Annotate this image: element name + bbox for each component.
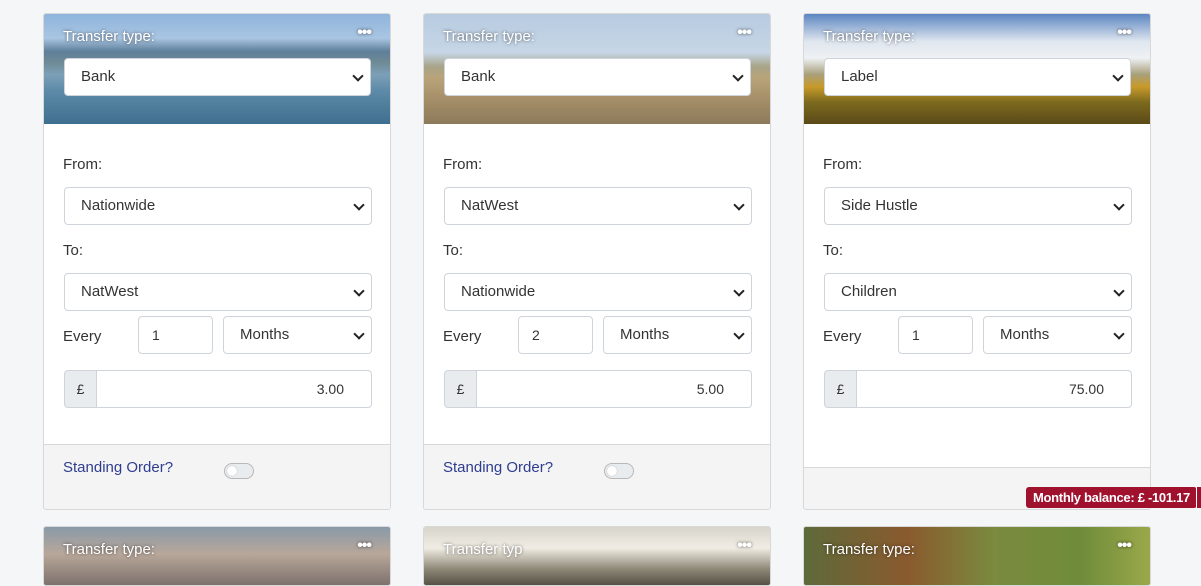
transfer-type-label: Transfer type:: [443, 28, 535, 45]
period-value: Months: [1000, 326, 1050, 343]
amount-input[interactable]: 5.00: [476, 370, 752, 408]
card-header-image: Transfer type: ••• Label: [804, 14, 1150, 124]
chevron-down-icon: [732, 70, 744, 82]
to-select[interactable]: NatWest: [64, 273, 372, 311]
every-input[interactable]: 1: [898, 316, 973, 354]
to-select[interactable]: Nationwide: [444, 273, 752, 311]
amount-input[interactable]: 3.00: [96, 370, 372, 408]
currency-prefix: £: [824, 370, 857, 408]
transfer-card: Transfer type: •••: [43, 526, 391, 586]
chevron-down-icon: [1113, 199, 1125, 211]
from-label: From:: [63, 156, 103, 173]
card-header-image: Transfer typ •••: [424, 527, 770, 585]
amount-input[interactable]: 75.00: [856, 370, 1132, 408]
transfer-card: Transfer type: ••• Label From: Side Hust…: [803, 13, 1151, 510]
monthly-balance-value: £ -101.17: [1137, 490, 1191, 505]
transfer-type-label: Transfer typ: [443, 541, 523, 558]
from-value: NatWest: [461, 197, 519, 214]
card-body: From: Nationwide To: NatWest Every 1 Mon…: [44, 124, 390, 444]
transfer-type-select[interactable]: Bank: [64, 58, 371, 96]
to-label: To:: [443, 242, 464, 259]
transfer-card: Transfer type: ••• Bank From: Nationwide…: [43, 13, 391, 510]
every-input[interactable]: 1: [138, 316, 213, 354]
chevron-down-icon: [1112, 70, 1124, 82]
to-label: To:: [823, 242, 844, 259]
from-select[interactable]: Side Hustle: [824, 187, 1132, 225]
to-value: Children: [841, 283, 897, 300]
period-select[interactable]: Months: [983, 316, 1132, 354]
from-select[interactable]: NatWest: [444, 187, 752, 225]
from-value: Side Hustle: [841, 197, 918, 214]
more-options-icon[interactable]: •••: [1117, 537, 1132, 555]
more-options-icon[interactable]: •••: [357, 537, 372, 555]
transfer-type-label: Transfer type:: [823, 28, 915, 45]
card-footer: Standing Order?: [44, 444, 390, 509]
currency-prefix: £: [64, 370, 97, 408]
badge-edge: [1196, 487, 1201, 508]
chevron-down-icon: [352, 70, 364, 82]
transfer-type-value: Bank: [81, 68, 116, 85]
transfer-card: Transfer typ •••: [423, 526, 771, 586]
transfer-type-label: Transfer type:: [63, 541, 155, 558]
card-header-image: Transfer type: •••: [804, 527, 1150, 585]
transfer-type-select[interactable]: Bank: [444, 58, 751, 96]
from-value: Nationwide: [81, 197, 156, 214]
monthly-balance-badge: Monthly balance: £ -101.17: [1026, 487, 1197, 508]
to-value: NatWest: [81, 283, 139, 300]
toggle-knob: [607, 466, 617, 476]
period-select[interactable]: Months: [603, 316, 752, 354]
standing-order-label[interactable]: Standing Order?: [443, 459, 553, 476]
card-header-image: Transfer type: ••• Bank: [424, 14, 770, 124]
standing-order-toggle[interactable]: [604, 463, 634, 479]
chevron-down-icon: [353, 199, 365, 211]
card-footer: Standing Order?: [424, 444, 770, 509]
transfer-type-label: Transfer type:: [63, 28, 155, 45]
standing-order-label[interactable]: Standing Order?: [63, 459, 173, 476]
currency-prefix: £: [444, 370, 477, 408]
transfer-type-label: Transfer type:: [823, 541, 915, 558]
card-header-image: Transfer type: •••: [44, 527, 390, 585]
transfer-type-select[interactable]: Label: [824, 58, 1131, 96]
more-options-icon[interactable]: •••: [737, 24, 752, 42]
transfer-type-value: Label: [841, 68, 878, 85]
from-select[interactable]: Nationwide: [64, 187, 372, 225]
card-body: From: Side Hustle To: Children Every 1 M…: [804, 124, 1150, 444]
from-label: From:: [443, 156, 483, 173]
every-label: Every: [823, 328, 862, 345]
more-options-icon[interactable]: •••: [737, 537, 752, 555]
chevron-down-icon: [1113, 328, 1125, 340]
chevron-down-icon: [353, 285, 365, 297]
period-select[interactable]: Months: [223, 316, 372, 354]
to-label: To:: [63, 242, 84, 259]
every-input[interactable]: 2: [518, 316, 593, 354]
transfer-card: Transfer type: ••• Bank From: NatWest To…: [423, 13, 771, 510]
toggle-knob: [227, 466, 237, 476]
chevron-down-icon: [353, 328, 365, 340]
period-value: Months: [240, 326, 290, 343]
to-value: Nationwide: [461, 283, 536, 300]
more-options-icon[interactable]: •••: [357, 24, 372, 42]
transfer-type-value: Bank: [461, 68, 496, 85]
standing-order-toggle[interactable]: [224, 463, 254, 479]
monthly-balance-label: Monthly balance:: [1033, 490, 1135, 505]
transfer-card: Transfer type: •••: [803, 526, 1151, 586]
card-header-image: Transfer type: ••• Bank: [44, 14, 390, 124]
chevron-down-icon: [1113, 285, 1125, 297]
every-label: Every: [63, 328, 102, 345]
from-label: From:: [823, 156, 863, 173]
every-label: Every: [443, 328, 482, 345]
period-value: Months: [620, 326, 670, 343]
card-body: From: NatWest To: Nationwide Every 2 Mon…: [424, 124, 770, 444]
chevron-down-icon: [733, 199, 745, 211]
more-options-icon[interactable]: •••: [1117, 24, 1132, 42]
chevron-down-icon: [733, 328, 745, 340]
chevron-down-icon: [733, 285, 745, 297]
to-select[interactable]: Children: [824, 273, 1132, 311]
